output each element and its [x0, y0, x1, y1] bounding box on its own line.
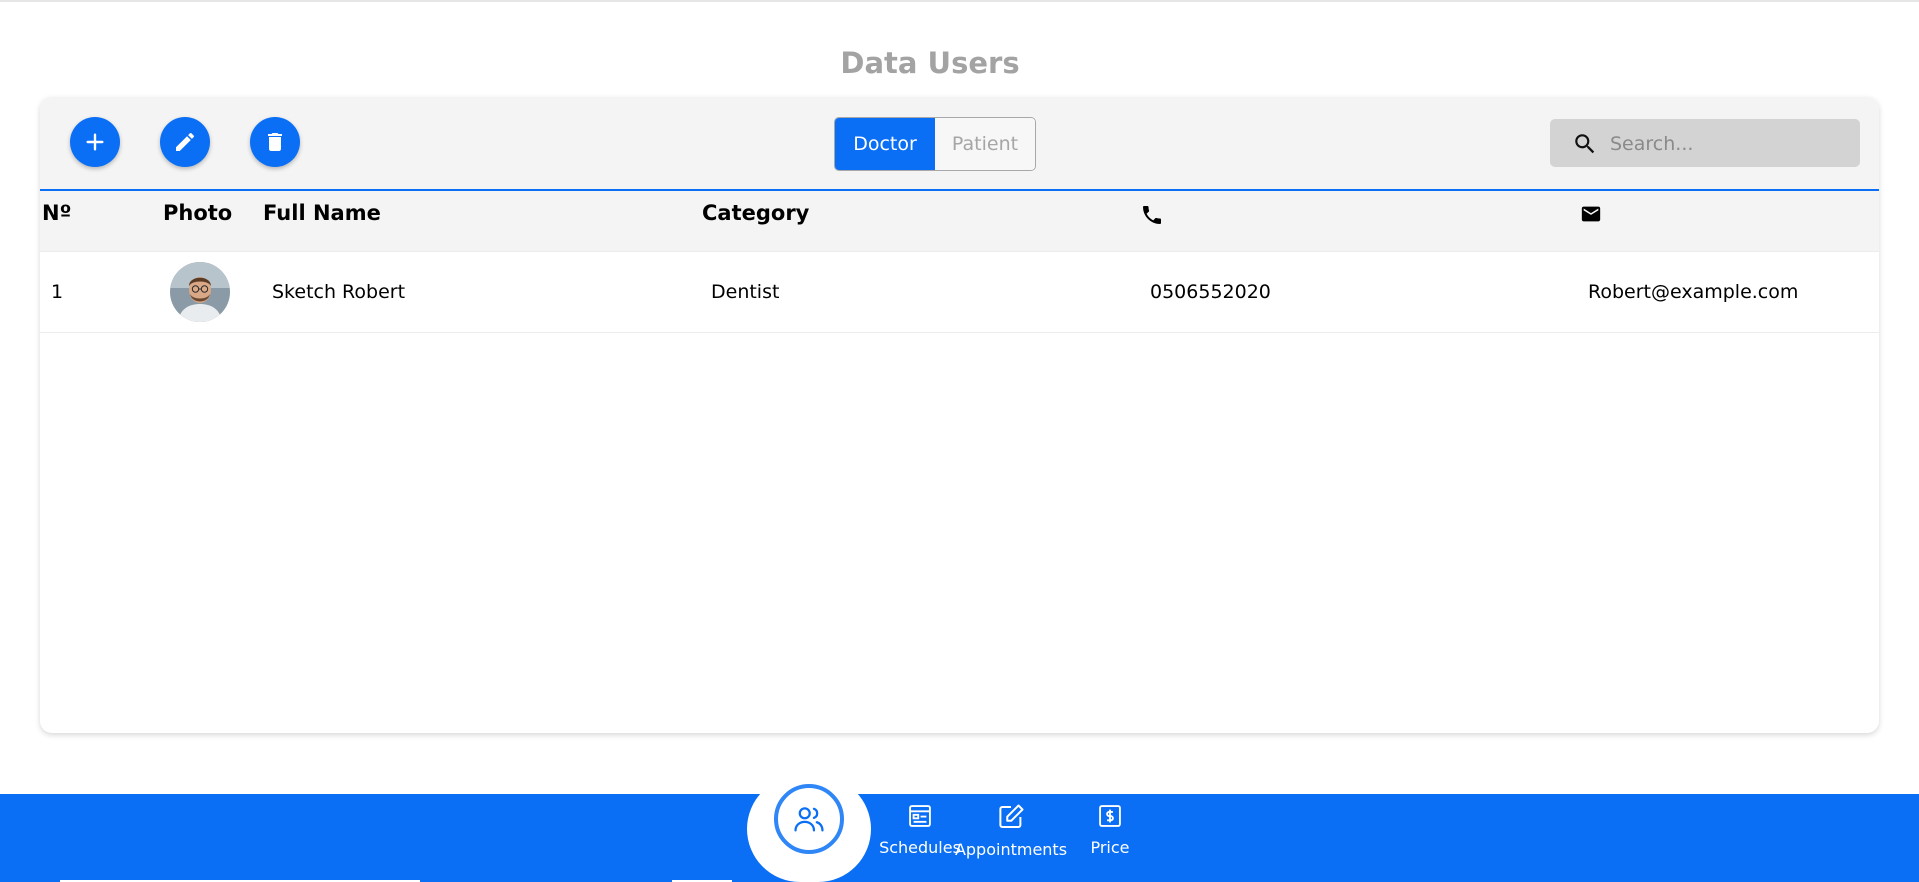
segment-doctor[interactable]: Doctor — [835, 118, 935, 170]
mail-icon — [1581, 206, 1601, 222]
avatar — [170, 262, 230, 322]
add-button[interactable] — [70, 117, 120, 167]
cell-email: Robert@example.com — [1588, 281, 1799, 303]
header-category: Category — [702, 201, 810, 225]
cell-category: Dentist — [711, 281, 780, 303]
page-title: Data Users — [840, 46, 1020, 80]
edit-note-icon — [999, 804, 1024, 828]
search-input[interactable] — [1608, 119, 1852, 169]
cell-full-name: Sketch Robert — [272, 281, 406, 303]
segment-patient[interactable]: Patient — [935, 118, 1035, 170]
cell-phone: 0506552020 — [1150, 281, 1271, 303]
user-type-toggle: Doctor Patient — [834, 117, 1036, 171]
header-number: Nº — [42, 201, 72, 225]
users-nav-button[interactable] — [774, 784, 844, 854]
nav-item-price[interactable]: Price — [1080, 802, 1140, 857]
users-table-card: Doctor Patient Nº Photo Full Name Catego… — [40, 97, 1879, 733]
header-full-name: Full Name — [263, 201, 381, 225]
schedule-icon — [909, 805, 931, 827]
nav-label-price: Price — [1090, 838, 1130, 857]
users-icon — [794, 807, 824, 832]
nav-item-appointments[interactable]: Appointments — [952, 802, 1070, 859]
plus-icon — [86, 133, 104, 151]
trash-icon — [268, 133, 282, 151]
edit-button[interactable] — [160, 117, 210, 167]
dollar-icon — [1099, 805, 1121, 827]
table-header: Nº Photo Full Name Category — [40, 191, 1879, 251]
cell-number: 1 — [51, 281, 64, 303]
search-icon — [1575, 134, 1595, 154]
phone-icon — [1143, 206, 1161, 224]
pencil-icon — [176, 132, 195, 151]
header-photo: Photo — [163, 201, 233, 225]
table-row[interactable]: 1 Sketch Robert Dentist 0506552020 Rober… — [40, 251, 1879, 333]
top-divider — [0, 0, 1919, 2]
delete-button[interactable] — [250, 117, 300, 167]
nav-label-appointments: Appointments — [954, 840, 1068, 859]
toolbar: Doctor Patient — [40, 97, 1879, 191]
search-box — [1550, 119, 1860, 169]
